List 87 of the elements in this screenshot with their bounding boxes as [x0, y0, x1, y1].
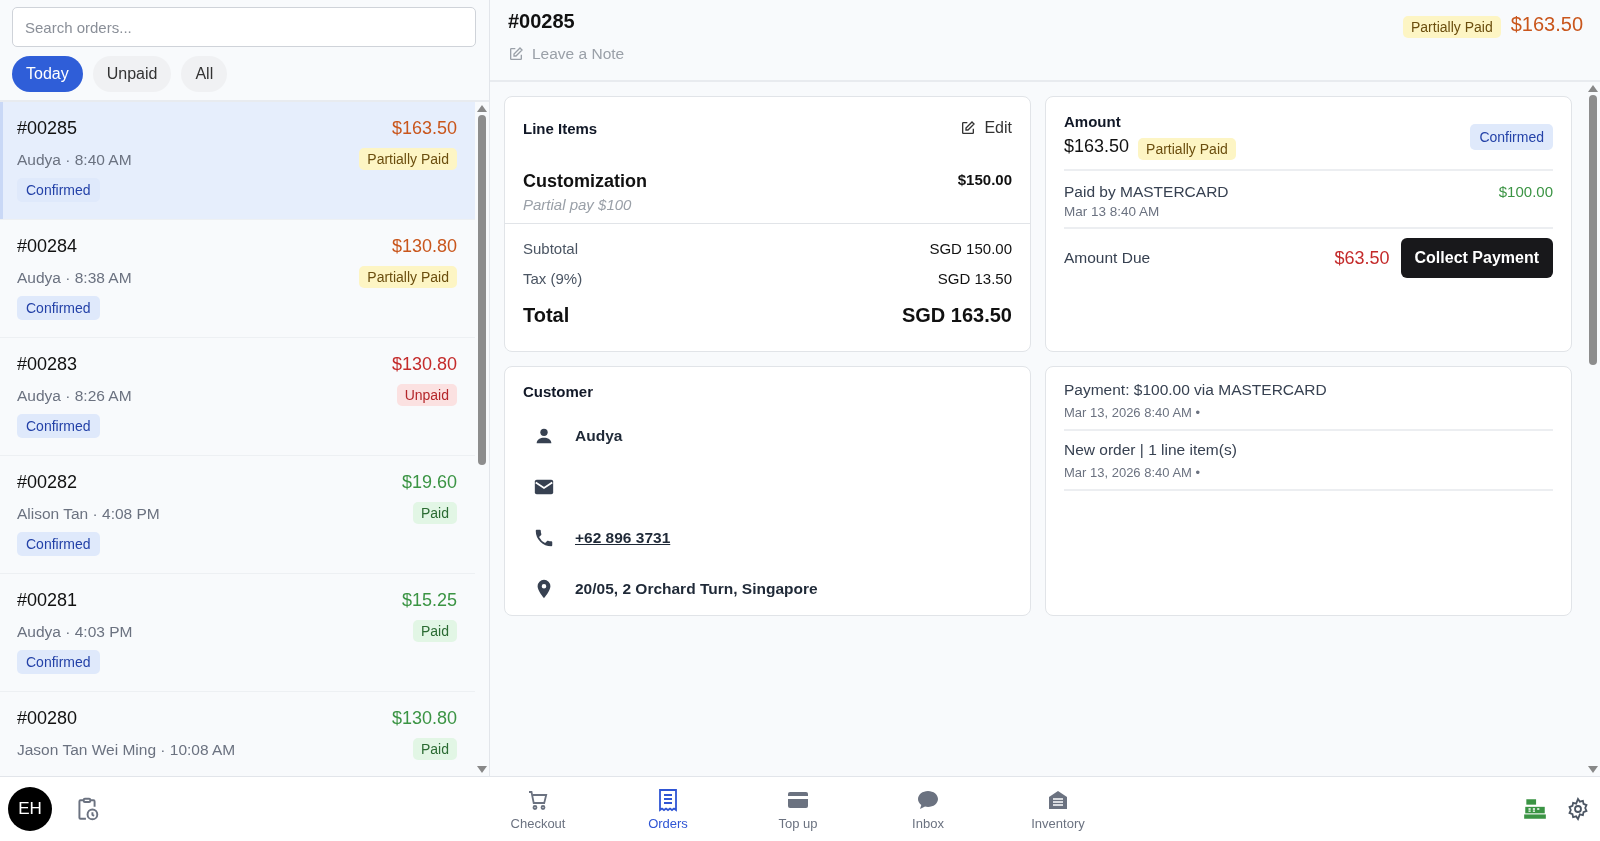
search-field[interactable]: Search orders... [12, 7, 476, 47]
payment-status-badge: Partially Paid [1138, 138, 1236, 160]
customer-name: Audya [575, 426, 623, 445]
order-status-badge: Confirmed [17, 532, 100, 556]
nav-tab[interactable]: Inbox [863, 783, 993, 835]
edit-note-icon [508, 46, 524, 62]
order-status-badge: Confirmed [17, 414, 100, 438]
card-title: Amount [1064, 113, 1122, 130]
payment-status-badge: Paid [412, 738, 457, 760]
scrollbar-thumb[interactable] [478, 115, 486, 465]
tax-value: SGD 13.50 [937, 270, 1012, 287]
order-meta: Audya · 8:26 AM [17, 387, 132, 405]
order-amount: $163.50 [391, 118, 457, 140]
order-row[interactable]: #00285 Audya · 8:40 AM Confirmed $163.50 Partially Paid [0, 102, 475, 220]
order-meta: Audya · 8:40 AM [17, 151, 132, 169]
order-meta: Jason Tan Wei Ming · 10:08 AM [17, 741, 236, 759]
item-price: $150.00 [957, 171, 1012, 190]
order-number: #00282 [17, 472, 79, 494]
card-title: Line Items [523, 119, 598, 137]
order-amount: $130.80 [391, 236, 457, 258]
nav-tab[interactable]: Orders [603, 783, 733, 835]
payment-status-badge: Partially Paid [1403, 16, 1501, 38]
receipt-icon [656, 787, 680, 812]
settings-icon[interactable] [1566, 797, 1590, 821]
order-title: #00285 [508, 10, 576, 33]
cash-register-icon[interactable] [1522, 796, 1548, 822]
amount-value: $163.50 [1064, 135, 1130, 157]
order-number: #00280 [17, 708, 79, 730]
order-total: $163.50 [1510, 12, 1583, 36]
order-row[interactable]: #00284 Audya · 8:38 AM Confirmed $130.80 Partially Paid [0, 220, 475, 338]
order-amount: $15.25 [401, 590, 457, 612]
payment-status-badge: Unpaid [396, 384, 457, 406]
item-note: Partial pay $100 [523, 196, 633, 213]
collect-payment-button[interactable]: Collect Payment [1400, 238, 1553, 278]
order-number: #00283 [17, 354, 79, 376]
total-label: Total [523, 304, 570, 327]
payment-status-badge: Partially Paid [359, 148, 457, 170]
payment-amount: $100.00 [1498, 183, 1553, 202]
order-status-badge: Confirmed [17, 650, 100, 674]
order-number: #00281 [17, 590, 79, 612]
order-amount: $130.80 [391, 354, 457, 376]
activity-time: Mar 13, 2026 8:40 AM • [1064, 405, 1202, 420]
order-meta: Alison Tan · 4:08 PM [17, 505, 160, 523]
nav-tab[interactable]: Checkout [473, 783, 603, 835]
filter-chip[interactable]: Today [12, 56, 83, 92]
nav-tab[interactable]: Top up [733, 783, 863, 835]
scroll-down-arrow [1588, 766, 1598, 773]
scroll-up-arrow [1588, 85, 1598, 92]
order-status-badge: Confirmed [1470, 123, 1553, 150]
phone-link[interactable]: +62 896 3731 [575, 528, 671, 547]
payment-method: Paid by MASTERCARD [1064, 183, 1229, 201]
order-status-badge: Confirmed [17, 296, 100, 320]
user-avatar[interactable]: EH [8, 787, 52, 831]
edit-icon [960, 120, 977, 136]
activity-time: Mar 13, 2026 8:40 AM • [1064, 465, 1202, 480]
activity-text: New order | 1 line item(s) [1064, 441, 1238, 459]
scroll-down-arrow [477, 766, 487, 773]
payment-status-badge: Paid [412, 620, 457, 642]
order-row[interactable]: #00283 Audya · 8:26 AM Confirmed $130.80 Unpaid [0, 338, 475, 456]
payment-date: Mar 13 8:40 AM [1064, 204, 1161, 219]
subtotal-value: SGD 150.00 [929, 240, 1012, 257]
card-title: Customer [523, 383, 594, 400]
scrollbar-thumb[interactable] [1589, 95, 1597, 365]
order-row[interactable]: #00282 Alison Tan · 4:08 PM Confirmed $19.60 Paid [0, 456, 475, 574]
edit-button[interactable]: Edit [960, 115, 1012, 141]
payment-status-badge: Paid [412, 502, 457, 524]
nav-tab[interactable]: Inventory [993, 783, 1123, 835]
order-amount: $130.80 [391, 708, 457, 730]
order-meta: Audya · 8:38 AM [17, 269, 132, 287]
total-value: SGD 163.50 [901, 304, 1012, 327]
order-row[interactable]: #00281 Audya · 4:03 PM Confirmed $15.25 Paid [0, 574, 475, 692]
amount-due-value: $63.50 [1334, 247, 1390, 269]
order-meta: Audya · 4:03 PM [17, 623, 133, 641]
filter-chip[interactable]: Unpaid [92, 56, 172, 92]
scroll-up-arrow [477, 105, 487, 112]
tax-label: Tax (9%) [523, 270, 583, 287]
order-number: #00284 [17, 236, 79, 258]
item-name: Customization [523, 171, 647, 192]
filter-chip[interactable]: All [181, 56, 228, 92]
subtotal-label: Subtotal [523, 240, 579, 257]
order-status-badge: Confirmed [17, 178, 100, 202]
activity-text: Payment: $100.00 via MASTERCARD [1064, 381, 1328, 399]
order-number: #00285 [17, 118, 79, 140]
order-amount: $19.60 [401, 472, 457, 494]
payment-status-badge: Partially Paid [359, 266, 457, 288]
customer-address: 20/05, 2 Orchard Turn, Singapore [575, 579, 818, 598]
amount-due-label: Amount Due [1064, 249, 1152, 267]
